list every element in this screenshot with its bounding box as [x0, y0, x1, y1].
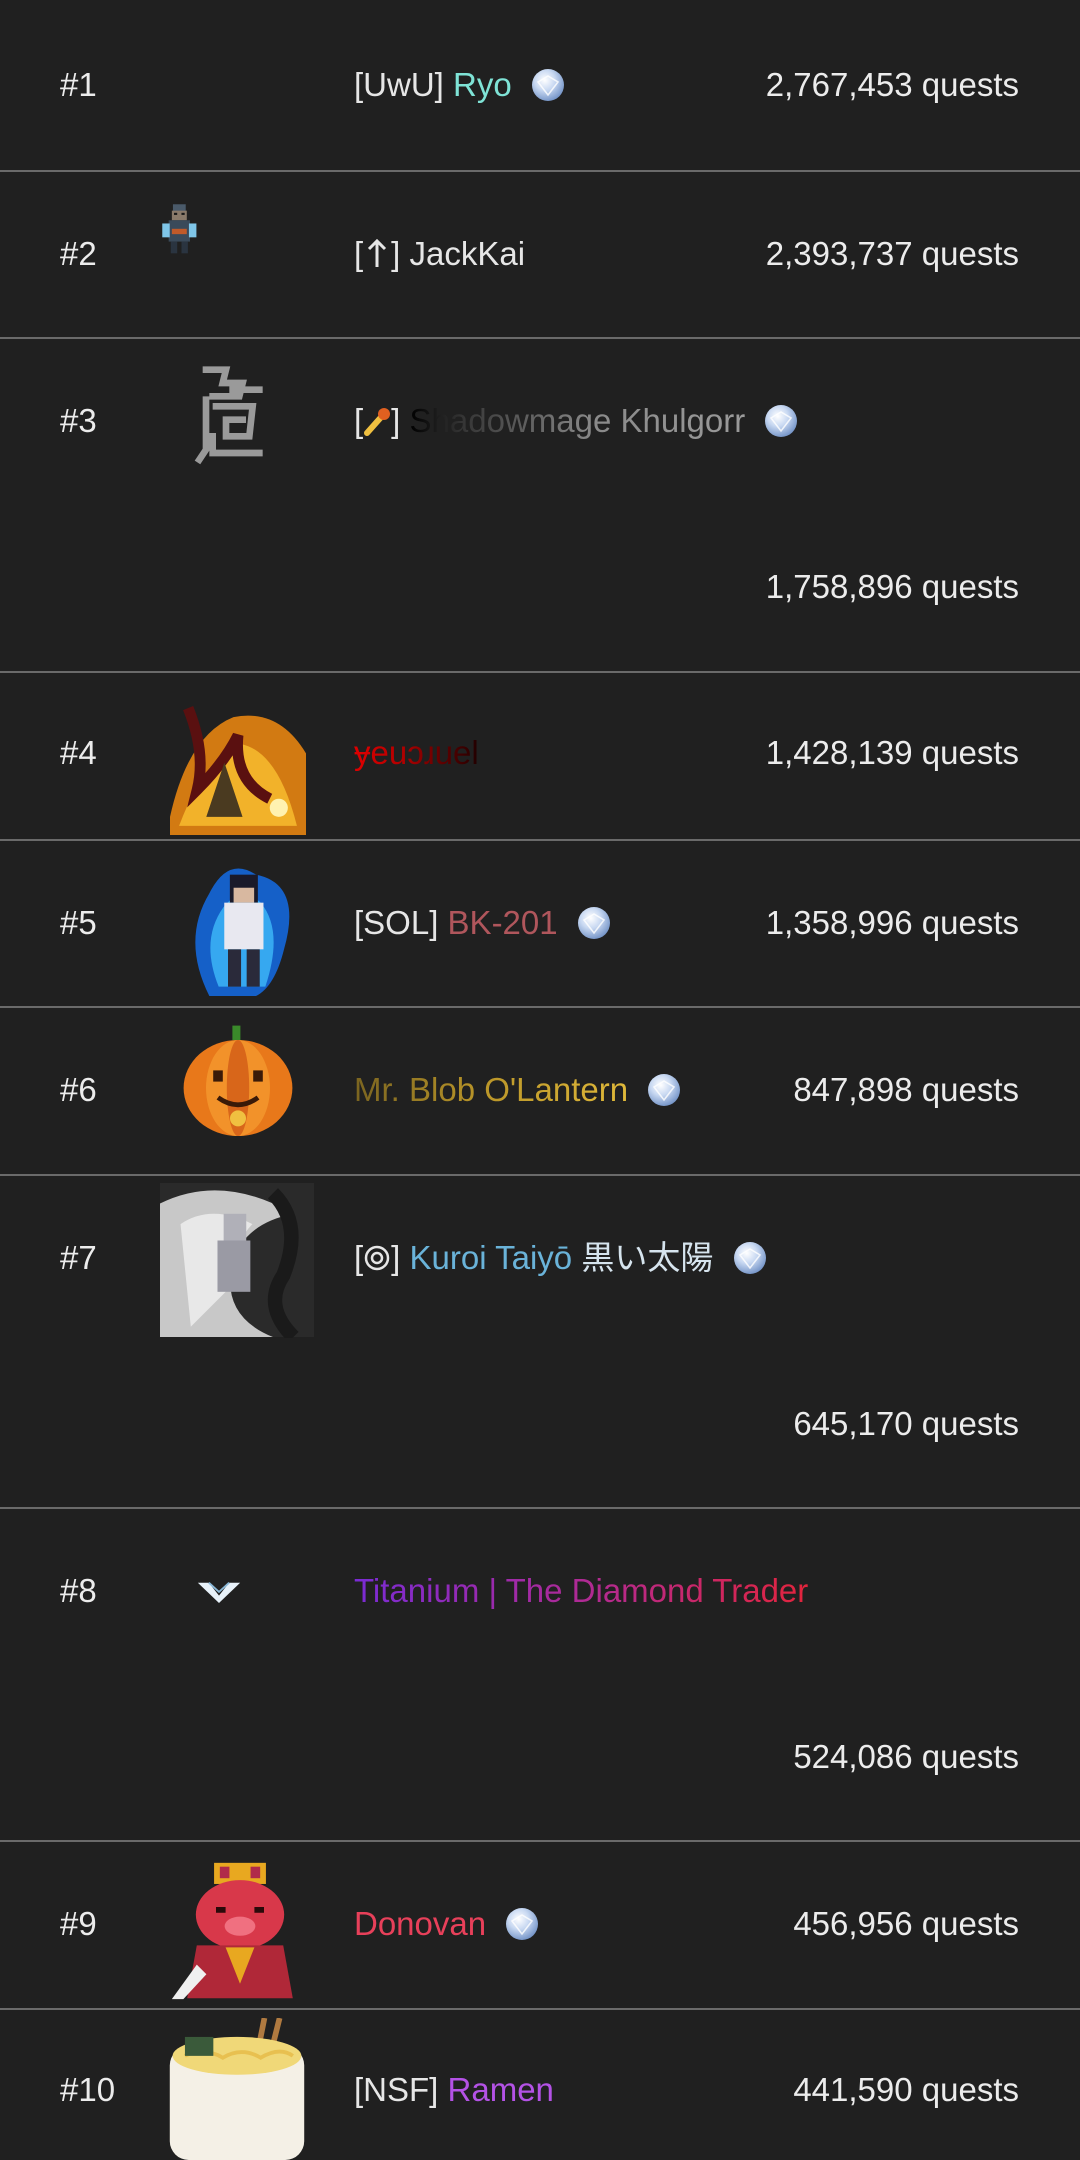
guild-tag-close: ] — [391, 1239, 401, 1276]
leaderboard-row-5[interactable]: #5 [SOL] BK-201 1,358,996 quests — [0, 841, 1080, 1008]
player-name[interactable]: [SOL] BK-201 — [354, 903, 611, 943]
player-name[interactable]: [] Shadowmage Khulgorr — [354, 401, 798, 441]
gem-icon — [648, 1074, 681, 1106]
avatar[interactable] — [160, 699, 316, 835]
player-name-text: Kuroi Taiyō — [409, 1239, 573, 1276]
player-name-text: Shadowmage Khulgorr — [409, 402, 746, 439]
player-name[interactable]: [] JackKai — [354, 234, 525, 274]
leaderboard-row-1[interactable]: #1 [UwU] Ryo 2,767,453 quests — [0, 0, 1080, 172]
player-name-text: BK-201 — [447, 904, 558, 941]
guild-tag: [NSF] — [354, 2071, 439, 2108]
rank-label: #8 — [60, 1572, 97, 1609]
leaderboard-row-7[interactable]: #7 [] Kuroi Taiyō 黒い太陽 645,170 quests — [0, 1176, 1080, 1509]
leaderboard-row-2[interactable]: [] JackKai #2 2,393,737 quests — [0, 172, 1080, 339]
rank-label: #7 — [60, 1239, 97, 1276]
avatar[interactable] — [168, 1856, 312, 2006]
leaderboard-row-9[interactable]: #9 Donovan 456,956 quests — [0, 1842, 1080, 2010]
arrow-up-icon — [368, 238, 387, 267]
comet-icon — [364, 408, 391, 436]
player-name-text: JackKai — [409, 235, 526, 272]
leaderboard-row-3[interactable]: #3 [] Shadowmage Khulgorr 1,758,896 ques… — [0, 339, 1080, 673]
player-name[interactable]: Mr. Blob O'Lantern — [354, 1070, 681, 1110]
player-name[interactable]: [NSF] Ramen — [354, 2070, 554, 2110]
gem-icon — [531, 69, 564, 101]
leaderboard-row-6[interactable]: #6 Mr. Blob O'Lantern 847,898 quests — [0, 1008, 1080, 1176]
quest-count: 645,170 quests — [793, 1405, 1019, 1442]
guild-tag-open: [ — [354, 402, 364, 439]
guild-tag-open: [ — [354, 235, 364, 272]
avatar[interactable] — [178, 1022, 298, 1146]
avatar[interactable] — [166, 2018, 308, 2160]
avatar[interactable] — [160, 1182, 314, 1338]
quest-count: 441,590 quests — [793, 2071, 1019, 2108]
player-name-text: Ryo — [453, 66, 512, 103]
rank-label: #5 — [60, 904, 97, 941]
quest-count: 2,767,453 quests — [765, 66, 1019, 103]
guild-tag-close: ] — [391, 235, 401, 272]
gem-icon — [577, 907, 610, 939]
quest-count: 2,393,737 quests — [765, 235, 1019, 272]
quest-count: 1,758,896 quests — [765, 568, 1019, 605]
avatar[interactable] — [158, 190, 238, 290]
player-name[interactable]: Donovan — [354, 1904, 539, 1944]
guild-tag: [SOL] — [354, 904, 439, 941]
player-name-suffix: 黒い太陽 — [581, 1239, 714, 1276]
quest-count: 524,086 quests — [793, 1738, 1019, 1775]
quest-count: 456,956 quests — [793, 1905, 1019, 1942]
player-name-text: Ramen — [447, 2071, 554, 2108]
avatar[interactable] — [196, 1577, 242, 1605]
leaderboard-row-4[interactable]: #4 ɏeuɔɹuel 1,428,139 quests — [0, 673, 1080, 841]
rank-label: #3 — [60, 402, 97, 439]
gem-icon — [506, 1908, 539, 1940]
player-name[interactable]: ɏeuɔɹuel — [354, 733, 479, 773]
guild-tag-open: [ — [354, 1239, 364, 1276]
quest-count: 847,898 quests — [793, 1071, 1019, 1108]
player-name-text: ɏeuɔɹuel — [354, 734, 479, 771]
guild-tag-close: ] — [391, 402, 401, 439]
player-name-text: Mr. Blob O'Lantern — [354, 1071, 629, 1108]
player-name[interactable]: [] Kuroi Taiyō 黒い太陽 — [354, 1238, 767, 1278]
guild-tag: [UwU] — [354, 66, 444, 103]
rank-label: #2 — [60, 235, 97, 272]
rank-label: #1 — [60, 66, 97, 103]
quest-count: 1,428,139 quests — [765, 734, 1019, 771]
gem-icon — [733, 1242, 766, 1274]
player-name[interactable]: [UwU] Ryo — [354, 65, 565, 105]
rank-label: #4 — [60, 734, 97, 771]
avatar[interactable] — [172, 851, 312, 1001]
ring-emblem-icon — [364, 1245, 390, 1271]
gem-icon — [765, 405, 798, 437]
leaderboard-row-10[interactable]: #10 [NSF] Ramen 441,590 quests — [0, 2010, 1080, 2160]
rank-label: #6 — [60, 1071, 97, 1108]
player-name-text: Donovan — [354, 1905, 487, 1942]
rank-label: #9 — [60, 1905, 97, 1942]
leaderboard: #1 [UwU] Ryo 2,767,453 quests [] JackKai… — [0, 0, 1080, 2160]
player-name[interactable]: Titanium | The Diamond Trader — [354, 1571, 808, 1611]
avatar[interactable] — [186, 353, 286, 473]
quest-count: 1,358,996 quests — [765, 904, 1019, 941]
leaderboard-row-8[interactable]: #8 Titanium | The Diamond Trader 524,086… — [0, 1509, 1080, 1842]
rank-label: #10 — [60, 2071, 116, 2108]
player-name-text: Titanium | The Diamond Trader — [354, 1572, 809, 1609]
